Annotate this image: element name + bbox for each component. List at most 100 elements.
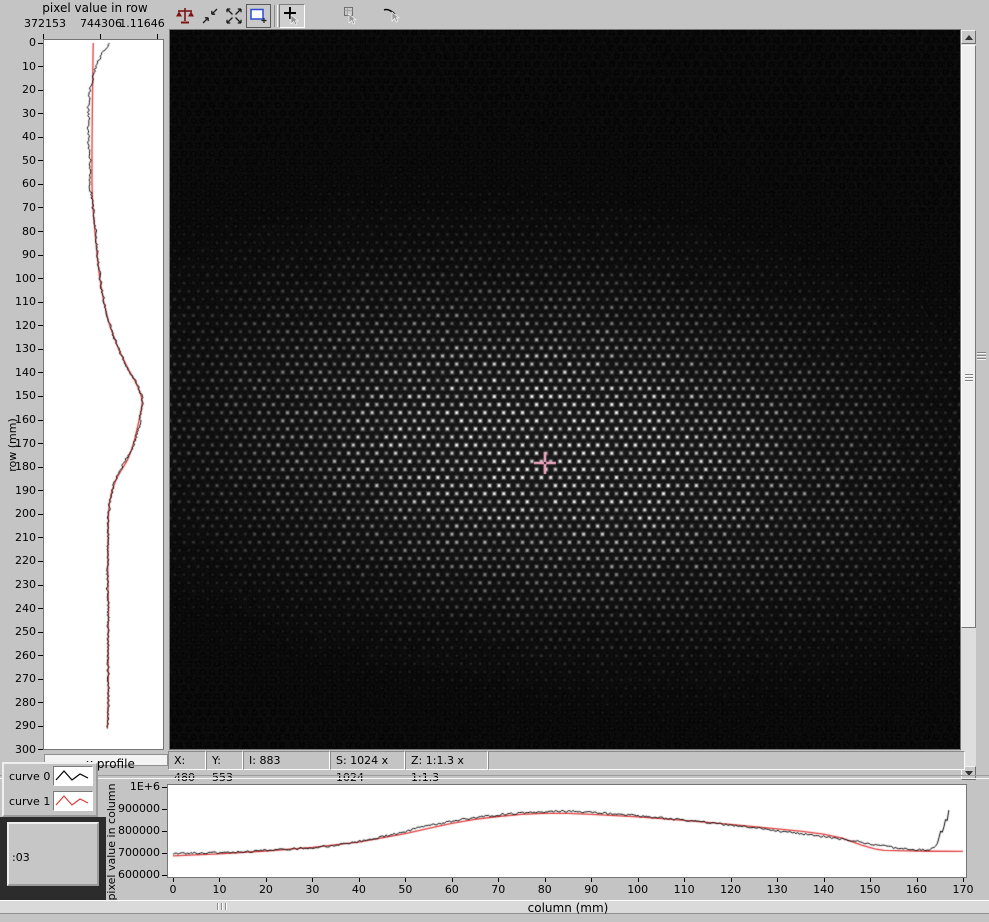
row-tick	[38, 420, 43, 421]
row-tick-label: 60	[6, 178, 36, 190]
row-tick	[38, 278, 43, 279]
row-tick	[38, 726, 43, 727]
value-tick-label: 372153	[15, 18, 75, 30]
right-splitter-grip[interactable]	[977, 355, 986, 356]
legend-line-sample[interactable]	[53, 791, 93, 811]
cursor-tool-button[interactable]	[279, 4, 305, 28]
scale-tool-icon	[175, 6, 195, 26]
bottom-splitter-bar[interactable]	[0, 900, 989, 914]
bottom-y-tick	[162, 787, 167, 788]
value-tick	[100, 34, 101, 39]
bottom-x-tick	[173, 878, 174, 882]
row-tick-label: 150	[6, 390, 36, 402]
row-tick	[38, 207, 43, 208]
bottom-x-tick	[917, 878, 918, 882]
bottom-x-tick-label: 120	[716, 884, 746, 896]
bottom-x-tick-label: 0	[158, 884, 188, 896]
row-tick-label: 90	[6, 249, 36, 261]
right-splitter-grip[interactable]	[977, 358, 986, 359]
scale-tool-button[interactable]	[172, 4, 197, 28]
row-tick-label: 220	[6, 555, 36, 567]
zoom-fit-button[interactable]	[246, 4, 271, 28]
zoom-out-arrows-icon	[200, 6, 220, 26]
bottom-x-tick	[266, 878, 267, 882]
bottom-x-tick	[684, 878, 685, 882]
row-tick-label: 210	[6, 532, 36, 544]
bottom-x-tick-label: 170	[948, 884, 978, 896]
bottom-profile-canvas	[168, 785, 966, 877]
zoom-fit-icon	[249, 7, 268, 25]
row-tick	[38, 160, 43, 161]
zoom-out-button[interactable]	[197, 4, 222, 28]
row-tick-label: 70	[6, 202, 36, 214]
row-tick-label: 20	[6, 84, 36, 96]
value-tick	[43, 34, 44, 39]
cursor-crosshair-icon	[282, 6, 302, 26]
image-vscrollbar[interactable]	[961, 30, 976, 780]
thumb-grip	[965, 377, 973, 378]
row-tick-label: 230	[6, 579, 36, 591]
row-tick	[38, 90, 43, 91]
bottom-x-tick-label: 50	[390, 884, 420, 896]
row-tick-label: 200	[6, 508, 36, 520]
row-tick	[38, 231, 43, 232]
bottom-x-tick-label: 100	[623, 884, 653, 896]
row-tick	[38, 467, 43, 468]
bottom-x-tick-label: 60	[437, 884, 467, 896]
row-tick-label: 100	[6, 273, 36, 285]
row-tick	[38, 349, 43, 350]
row-tick	[38, 43, 43, 44]
value-tick	[157, 34, 158, 39]
legend-label: curve 0	[9, 770, 50, 783]
bottom-y-tick	[162, 853, 167, 854]
bottom-x-tick-label: 160	[902, 884, 932, 896]
line-tool-button[interactable]	[380, 4, 405, 28]
scroll-up-button[interactable]	[961, 30, 976, 44]
thumb-grip	[965, 374, 973, 375]
legend-item-curve0[interactable]: curve 0	[4, 764, 96, 789]
detector-image-canvas[interactable]	[170, 30, 960, 749]
bottom-x-tick-label: 70	[483, 884, 513, 896]
status-cursor-y: Y: 553	[206, 751, 243, 770]
row-tick	[38, 325, 43, 326]
row-tick-label: 10	[6, 61, 36, 73]
zoom-in-arrows-icon	[224, 6, 244, 26]
row-tick-label: 190	[6, 485, 36, 497]
splitter-grip	[221, 903, 222, 910]
row-tick-label: 270	[6, 673, 36, 685]
clock-panel: :03	[7, 822, 99, 886]
bottom-x-tick-label: 30	[297, 884, 327, 896]
bottom-x-tick-label: 150	[855, 884, 885, 896]
bottom-x-tick-label: 40	[344, 884, 374, 896]
right-splitter-grip[interactable]	[977, 352, 986, 353]
vscrollbar-thumb[interactable]	[961, 45, 976, 628]
row-tick-label: 120	[6, 320, 36, 332]
row-tick-label: 300	[6, 744, 36, 756]
up-arrow-icon	[965, 35, 973, 40]
legend-item-curve1[interactable]: curve 1	[4, 789, 96, 814]
legend-line-sample[interactable]	[53, 766, 93, 786]
splitter-grip	[217, 903, 218, 910]
toolbar-separator	[274, 5, 278, 27]
row-tick-label: 0	[6, 37, 36, 49]
bottom-x-tick	[591, 878, 592, 882]
status-image-size: S: 1024 x 1024	[330, 751, 405, 770]
left-profile-title: pixel value in row	[25, 2, 165, 14]
line-tool-icon	[382, 6, 404, 26]
row-tick	[38, 66, 43, 67]
bottom-x-tick	[219, 878, 220, 882]
row-tick-label: 280	[6, 697, 36, 709]
zoom-rect-tool-button[interactable]	[341, 4, 366, 28]
bottom-x-tick-label: 140	[809, 884, 839, 896]
row-tick-label: 170	[6, 438, 36, 450]
row-tick	[38, 632, 43, 633]
row-tick	[38, 137, 43, 138]
status-intensity: I: 883	[243, 751, 330, 770]
image-viewport[interactable]	[170, 30, 960, 749]
bottom-y-tick	[162, 831, 167, 832]
zoom-in-button[interactable]	[221, 4, 246, 28]
row-tick-label: 250	[6, 626, 36, 638]
row-tick-label: 240	[6, 603, 36, 615]
bottom-x-tick	[405, 878, 406, 882]
splitter-grip	[225, 903, 226, 910]
